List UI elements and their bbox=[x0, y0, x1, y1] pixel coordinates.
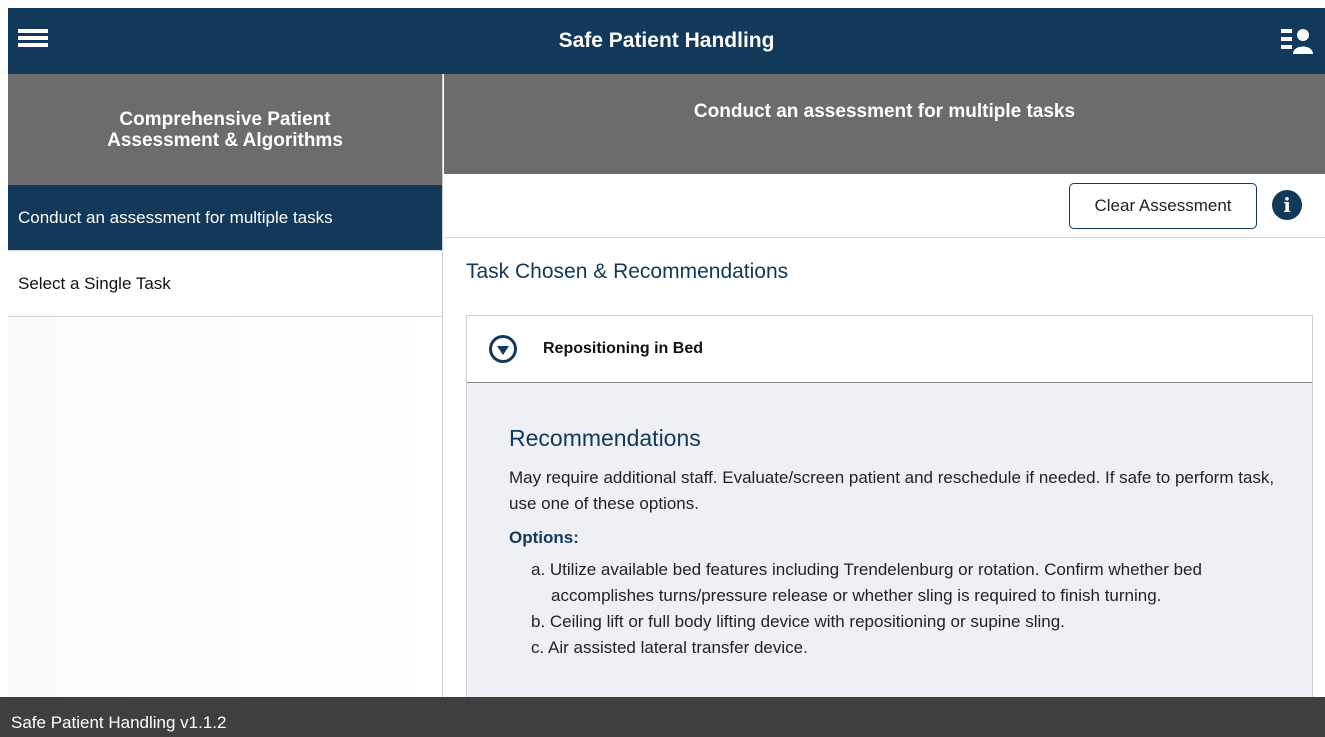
recommendations-text: May require additional staff. Evaluate/s… bbox=[509, 468, 1275, 513]
options-label: Options: bbox=[509, 528, 579, 547]
toolbar: Clear Assessment i bbox=[444, 174, 1325, 238]
option-item: c. Air assisted lateral transfer device. bbox=[531, 638, 808, 657]
main-header: Conduct an assessment for multiple tasks bbox=[444, 74, 1325, 174]
user-list-icon[interactable] bbox=[1281, 27, 1313, 55]
option-item: b. Ceiling lift or full body lifting dev… bbox=[531, 612, 1065, 631]
sidebar-item-multiple-tasks[interactable]: Conduct an assessment for multiple tasks bbox=[8, 185, 442, 251]
footer-version: Safe Patient Handling v1.1.2 bbox=[0, 697, 1325, 737]
recommendations-panel: Recommendations May require additional s… bbox=[467, 383, 1312, 697]
chevron-down-circle-icon[interactable] bbox=[489, 335, 517, 363]
info-icon[interactable]: i bbox=[1272, 190, 1302, 220]
sidebar-empty-area bbox=[8, 317, 442, 697]
task-name: Repositioning in Bed bbox=[543, 340, 703, 357]
clear-assessment-button[interactable]: Clear Assessment bbox=[1069, 183, 1257, 229]
option-item: a. Utilize available bed features includ… bbox=[531, 560, 1202, 605]
sidebar: Comprehensive Patient Assessment & Algor… bbox=[8, 74, 443, 697]
sidebar-header: Comprehensive Patient Assessment & Algor… bbox=[8, 74, 442, 185]
task-card: Repositioning in Bed Recommendations May… bbox=[466, 315, 1313, 697]
recommendations-title: Recommendations bbox=[509, 425, 701, 451]
hamburger-menu-icon[interactable] bbox=[18, 29, 48, 51]
task-card-header[interactable]: Repositioning in Bed bbox=[467, 316, 1312, 383]
main-panel: Conduct an assessment for multiple tasks… bbox=[444, 74, 1325, 697]
section-title: Task Chosen & Recommendations bbox=[466, 260, 789, 283]
app-title: Safe Patient Handling bbox=[558, 29, 775, 52]
app-header: Safe Patient Handling bbox=[8, 8, 1325, 74]
sidebar-item-single-task[interactable]: Select a Single Task bbox=[8, 251, 442, 317]
options-list: a. Utilize available bed features includ… bbox=[509, 557, 1290, 661]
